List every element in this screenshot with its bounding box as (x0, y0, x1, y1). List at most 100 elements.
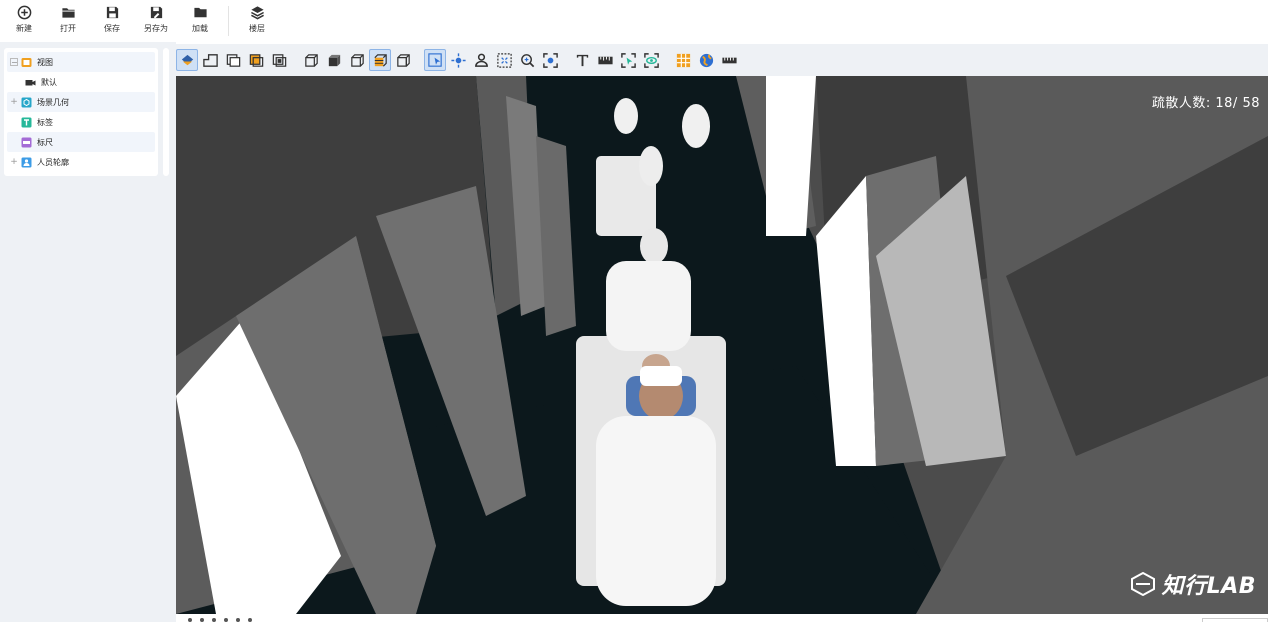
save-disk-icon (106, 6, 118, 19)
person-head (640, 228, 668, 264)
compass-button[interactable] (695, 49, 717, 71)
outline-cube-button[interactable] (346, 49, 368, 71)
nurse-body (596, 416, 716, 606)
person-body (606, 261, 691, 351)
tree-node-person-outline[interactable]: + 人员轮廓 (7, 152, 155, 172)
lab-hexagon-icon (1130, 572, 1155, 596)
dot[interactable] (248, 618, 252, 622)
globe-icon (699, 53, 713, 67)
text-tool-button[interactable] (571, 49, 593, 71)
load-button[interactable]: 加载 (178, 0, 222, 40)
outline-cube-icon (350, 53, 364, 67)
focus-target-icon (542, 52, 558, 68)
tree-node-label: 标尺 (37, 137, 53, 147)
layers-icon (250, 6, 264, 20)
select-arrow-icon (427, 52, 442, 67)
counter-value: 18/ 58 (1215, 96, 1260, 111)
folder-open-icon (61, 8, 75, 18)
view-icon (21, 57, 32, 68)
floors-button[interactable]: 楼层 (235, 0, 279, 40)
scene-tree: − 视图 默认 + 场景几何 标签 标尺 + 人员轮廓 (4, 48, 158, 176)
save-as-button[interactable]: 另存为 (134, 0, 178, 40)
tree-node-labels[interactable]: 标签 (7, 112, 155, 132)
layered-cube-button[interactable] (369, 49, 391, 71)
collapse-toggle[interactable]: − (10, 58, 18, 67)
new-button[interactable]: 新建 (2, 0, 46, 40)
ruler-tool-icon (597, 56, 613, 64)
orbit-icon (450, 52, 466, 68)
transparent-cube-button[interactable] (392, 49, 414, 71)
scale-bar-button[interactable] (718, 49, 740, 71)
load-folder-icon (193, 7, 207, 18)
tree-node-label: 默认 (41, 77, 57, 87)
zoom-button[interactable] (516, 49, 538, 71)
person-outline-icon (21, 157, 32, 168)
orbit-tool-button[interactable] (447, 49, 469, 71)
tree-node-label: 视图 (37, 57, 53, 67)
brand-text: 知行LAB (1161, 574, 1256, 599)
dot[interactable] (212, 618, 216, 622)
camera-icon (25, 77, 36, 88)
expand-toggle[interactable]: + (10, 97, 18, 107)
view-front-button[interactable] (222, 49, 244, 71)
focus-button[interactable] (539, 49, 561, 71)
dot[interactable] (188, 618, 192, 622)
tree-node-view[interactable]: − 视图 (7, 52, 155, 72)
measure-tool-button[interactable] (594, 49, 616, 71)
person-far-2 (682, 104, 710, 148)
visibility-button[interactable] (640, 49, 662, 71)
text-t-icon (576, 54, 588, 66)
select-tool-button[interactable] (424, 49, 446, 71)
solid-button[interactable] (323, 49, 345, 71)
wireframe-cube-icon (304, 53, 318, 67)
person-far-1 (614, 98, 638, 134)
ribbon-separator (228, 6, 229, 36)
tree-node-label: 人员轮廓 (37, 157, 69, 167)
solid-cube-icon (328, 54, 340, 66)
dot[interactable] (224, 618, 228, 622)
wireframe-button[interactable] (300, 49, 322, 71)
grid-button[interactable] (672, 49, 694, 71)
view-back-button[interactable] (245, 49, 267, 71)
panel-scrollbar[interactable] (163, 48, 169, 176)
3d-viewport[interactable]: 疏散人数: 18/ 58 知行LAB (176, 76, 1268, 614)
status-strip (176, 614, 1268, 622)
layered-cube-icon (373, 53, 387, 67)
fit-view-button[interactable] (493, 49, 515, 71)
floors-button-label: 楼层 (249, 24, 265, 33)
dot[interactable] (200, 618, 204, 622)
expand-toggle[interactable]: + (10, 157, 18, 167)
person-walk-icon (474, 53, 488, 67)
person-far-3 (639, 146, 663, 186)
grid-icon (676, 53, 690, 67)
counter-label: 疏散人数: (1151, 96, 1216, 111)
tree-node-scene-geometry[interactable]: + 场景几何 (7, 92, 155, 112)
pick-box-icon (620, 52, 636, 68)
tree-node-ruler[interactable]: 标尺 (7, 132, 155, 152)
floor-plan-button[interactable] (199, 49, 221, 71)
open-button[interactable]: 打开 (46, 0, 90, 40)
minimap-tab[interactable] (1202, 618, 1268, 622)
tree-node-default[interactable]: 默认 (7, 72, 155, 92)
dot[interactable] (236, 618, 240, 622)
back-view-icon (249, 53, 263, 67)
corridor-scene (176, 76, 1268, 614)
timeline-dots[interactable] (188, 618, 260, 622)
nurse-cap (640, 366, 682, 386)
render-mode-button[interactable] (176, 49, 198, 71)
view-side-button[interactable] (268, 49, 290, 71)
open-button-label: 打开 (60, 24, 76, 33)
zoom-icon (520, 53, 534, 67)
app-window: 新建 打开 保存 另存为 加载 楼层 − 视图 默认 + 场景几何 标签 标尺 … (0, 0, 1268, 622)
eye-icon (643, 52, 659, 68)
save-button-label: 保存 (104, 24, 120, 33)
evacuation-counter: 疏散人数: 18/ 58 (1152, 92, 1260, 111)
transparent-cube-icon (396, 53, 410, 67)
pick-tool-button[interactable] (617, 49, 639, 71)
load-button-label: 加载 (192, 24, 208, 33)
scale-bar-icon (721, 57, 737, 63)
save-button[interactable]: 保存 (90, 0, 134, 40)
view-toolbar (176, 44, 1268, 76)
walk-tool-button[interactable] (470, 49, 492, 71)
side-view-icon (272, 53, 286, 67)
